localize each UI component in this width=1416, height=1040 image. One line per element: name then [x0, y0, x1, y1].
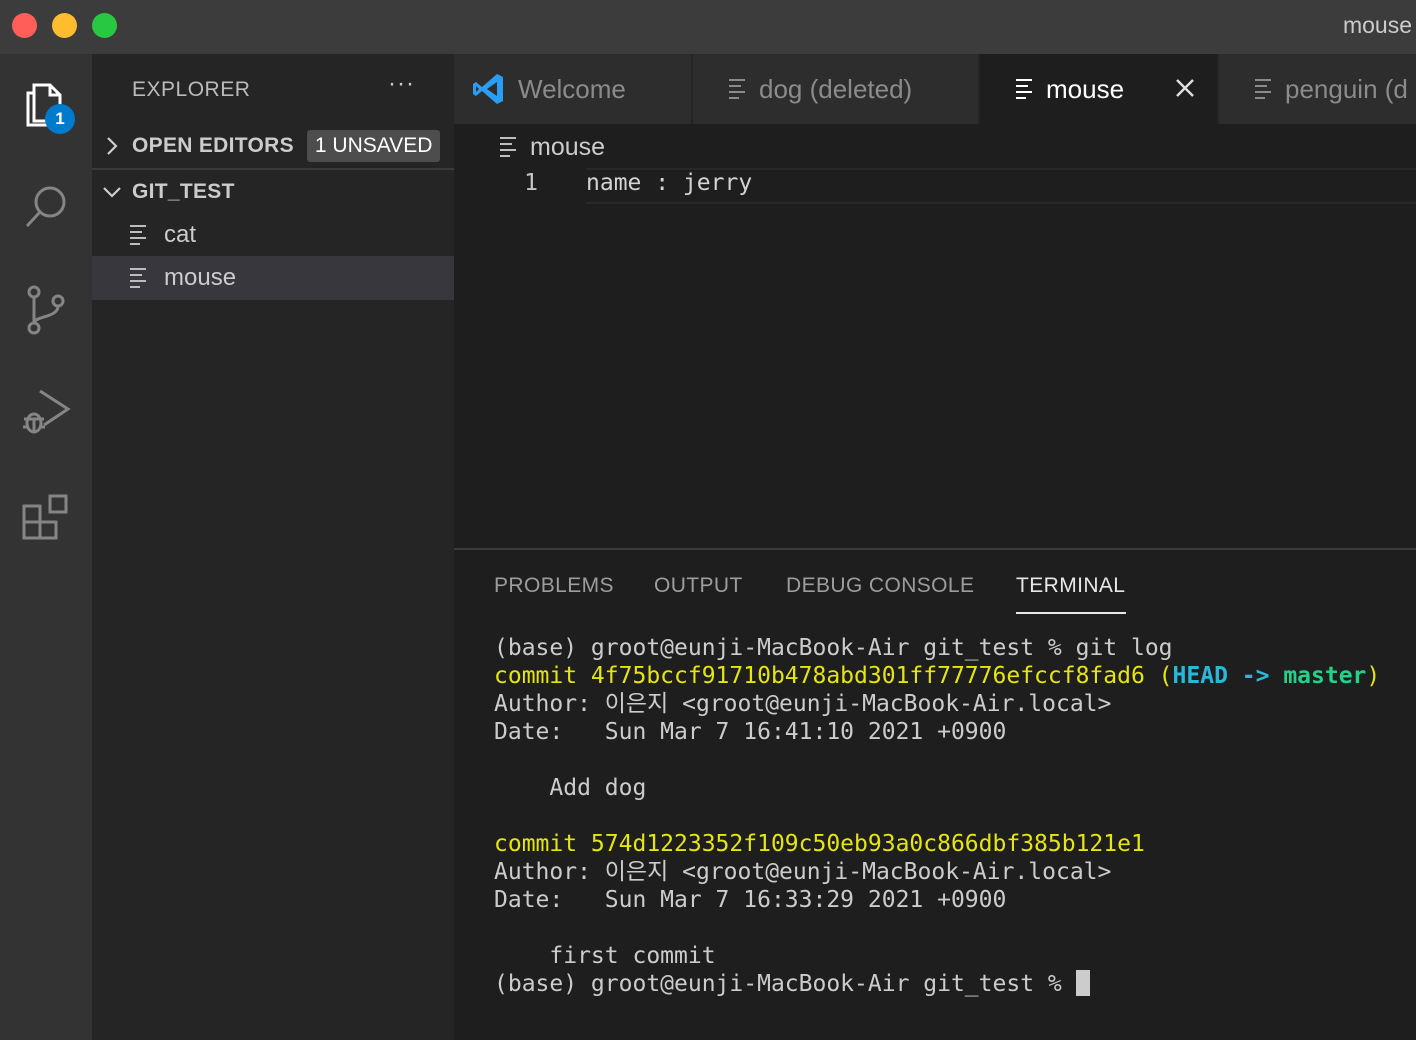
bottom-panel: PROBLEMS OUTPUT DEBUG CONSOLE TERMINAL (… — [454, 548, 1416, 1040]
folder-label: GIT_TEST — [132, 180, 235, 203]
window-maximize-button[interactable] — [92, 13, 117, 38]
search-icon — [25, 186, 66, 228]
file-lines-icon — [1255, 79, 1273, 99]
tab-label: Welcome — [518, 73, 626, 104]
file-lines-icon — [500, 137, 518, 157]
terminal-line: (base) groot@eunji-MacBook-Air git_test … — [494, 970, 1380, 998]
run-debug-icon — [23, 389, 71, 434]
tab-output[interactable]: OUTPUT — [654, 574, 743, 598]
source-control-icon — [27, 285, 65, 335]
file-lines-icon — [1016, 79, 1034, 99]
tab-debug-console[interactable]: DEBUG CONSOLE — [786, 574, 974, 598]
chevron-down-icon — [92, 185, 132, 199]
open-editors-label: OPEN EDITORS — [132, 134, 294, 157]
terminal-line: commit 574d1223352f109c50eb93a0c866dbf38… — [494, 831, 1145, 857]
close-icon[interactable] — [1173, 76, 1197, 100]
activity-source-control[interactable] — [0, 260, 92, 360]
file-item-cat[interactable]: cat — [92, 213, 454, 257]
window-title: mouse — [1342, 12, 1412, 38]
terminal-line: Author: 이은지 <groot@eunji-MacBook-Air.loc… — [494, 691, 1112, 717]
breadcrumb[interactable]: mouse — [500, 130, 605, 164]
title-bar: mouse — [0, 0, 1416, 54]
file-lines-icon — [729, 79, 747, 99]
activity-explorer[interactable]: 1 — [0, 54, 92, 154]
file-label: mouse — [164, 264, 237, 291]
more-actions-button[interactable]: ··· — [388, 70, 415, 98]
terminal-output[interactable]: (base) groot@eunji-MacBook-Air git_test … — [494, 634, 1380, 998]
tab-welcome[interactable]: Welcome — [454, 54, 692, 124]
window-close-button[interactable] — [12, 13, 37, 38]
file-lines-icon — [130, 225, 152, 245]
open-editors-section[interactable]: OPEN EDITORS 1 UNSAVED — [92, 124, 454, 168]
tab-label: dog (deleted) — [759, 73, 913, 104]
terminal-line: Date: Sun Mar 7 16:33:29 2021 +0900 — [494, 887, 1007, 913]
terminal-cursor — [1075, 970, 1090, 996]
editor-tab-bar: Welcome dog (deleted) mouse penguin (d — [454, 54, 1416, 124]
terminal-line: (base) groot@eunji-MacBook-Air git_test … — [494, 635, 1173, 661]
tab-label: penguin (d — [1285, 73, 1408, 104]
tab-penguin[interactable]: penguin (d — [1219, 54, 1416, 124]
tab-mouse[interactable]: mouse — [980, 54, 1218, 124]
activity-extensions[interactable] — [0, 468, 92, 568]
file-lines-icon — [130, 268, 152, 288]
activity-run-debug[interactable] — [0, 362, 92, 462]
line-number: 1 — [524, 170, 538, 196]
tab-label: mouse — [1046, 73, 1125, 104]
explorer-badge: 1 — [45, 104, 75, 134]
activity-bar: 1 — [0, 54, 92, 1040]
unsaved-badge: 1 UNSAVED — [306, 130, 441, 162]
file-item-mouse[interactable]: mouse — [92, 256, 454, 300]
terminal-line: Author: 이은지 <groot@eunji-MacBook-Air.loc… — [494, 859, 1112, 885]
vscode-logo-icon — [473, 74, 503, 104]
explorer-title: EXPLORER — [132, 78, 251, 101]
terminal-line: Add dog — [494, 775, 647, 801]
terminal-line: Date: Sun Mar 7 16:41:10 2021 +0900 — [494, 719, 1007, 745]
terminal-line: first commit — [494, 943, 716, 969]
terminal-line: commit 4f75bccf91710b478abd301ff77776efc… — [494, 663, 1381, 689]
code-line[interactable]: name : jerry — [586, 170, 752, 196]
explorer-sidebar: EXPLORER ··· OPEN EDITORS 1 UNSAVED GIT_… — [92, 54, 454, 1040]
tab-problems[interactable]: PROBLEMS — [494, 574, 614, 598]
folder-section-git-test[interactable]: GIT_TEST — [92, 170, 454, 214]
file-label: cat — [164, 221, 197, 248]
active-tab-indicator — [1016, 612, 1126, 614]
extensions-icon — [22, 494, 68, 540]
activity-search[interactable] — [0, 157, 92, 257]
breadcrumb-file: mouse — [530, 132, 606, 161]
tab-dog-deleted[interactable]: dog (deleted) — [693, 54, 979, 124]
chevron-right-icon — [92, 135, 132, 157]
window-minimize-button[interactable] — [52, 13, 77, 38]
tab-terminal[interactable]: TERMINAL — [1016, 574, 1125, 598]
